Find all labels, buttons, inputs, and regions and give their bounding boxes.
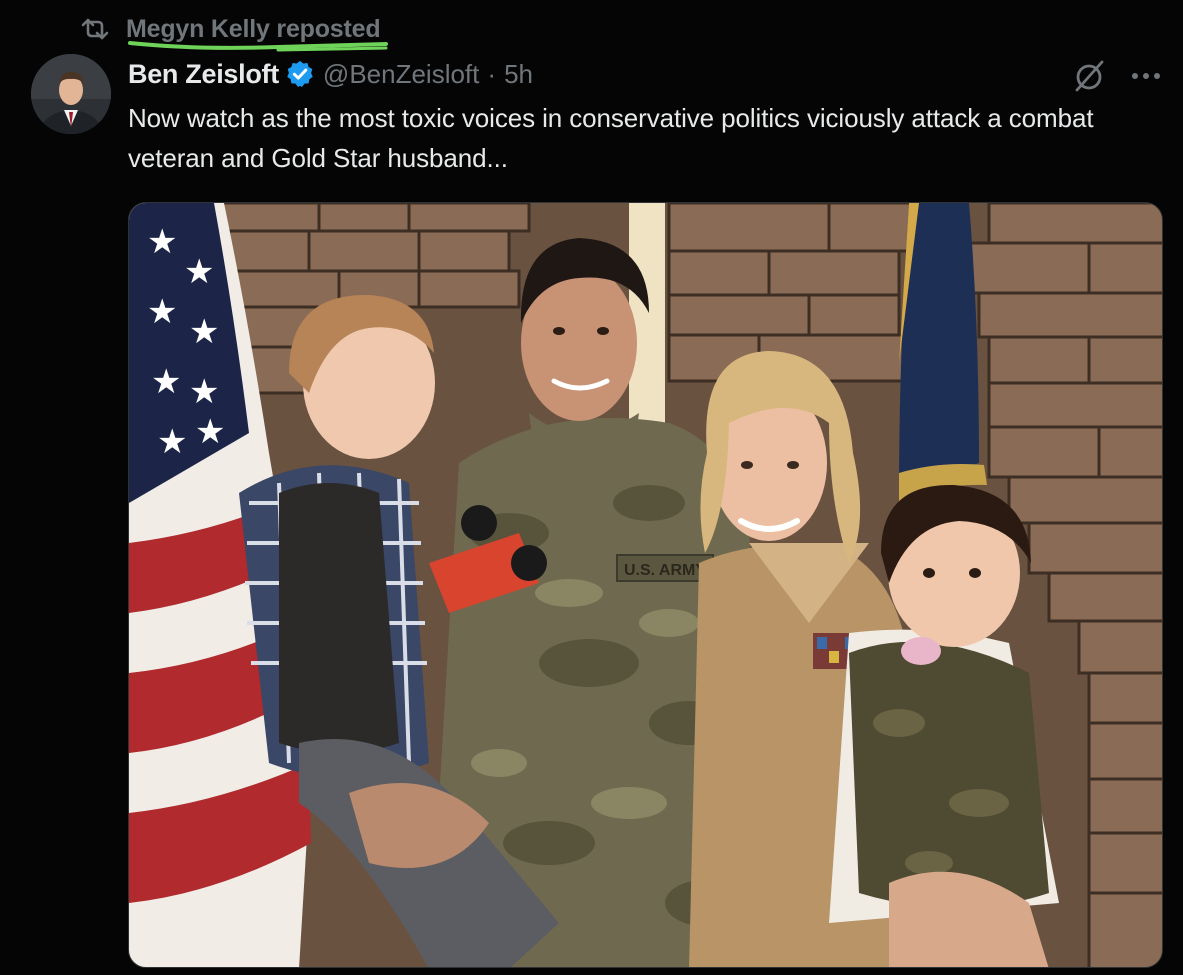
svg-text:★: ★ <box>189 313 219 351</box>
separator: · <box>487 58 497 89</box>
tweet-text: Now watch as the most toxic voices in co… <box>128 103 1094 173</box>
svg-text:★: ★ <box>151 363 181 401</box>
handle[interactable]: @BenZeisloft <box>323 59 479 90</box>
svg-text:★: ★ <box>147 223 177 261</box>
svg-text:★: ★ <box>157 423 187 461</box>
svg-text:★: ★ <box>184 253 214 291</box>
tweet-photo[interactable]: ★ ★ ★ ★ ★ ★ ★ ★ U.S. ARMY <box>128 202 1163 968</box>
svg-text:★: ★ <box>189 373 219 411</box>
army-patch-text: U.S. ARMY <box>624 562 706 579</box>
svg-text:★: ★ <box>147 293 177 331</box>
highlight-underline <box>128 41 388 52</box>
verified-badge-icon[interactable] <box>285 59 315 89</box>
avatar[interactable] <box>31 54 111 134</box>
grok-icon[interactable] <box>1072 58 1108 94</box>
repost-icon <box>78 12 112 46</box>
more-icon[interactable] <box>1128 58 1164 94</box>
display-name[interactable]: Ben Zeisloft <box>128 59 279 90</box>
tweet-header: Ben Zeisloft @BenZeisloft · 5h <box>128 56 533 92</box>
timestamp[interactable]: 5h <box>504 59 533 90</box>
svg-text:★: ★ <box>195 413 225 451</box>
